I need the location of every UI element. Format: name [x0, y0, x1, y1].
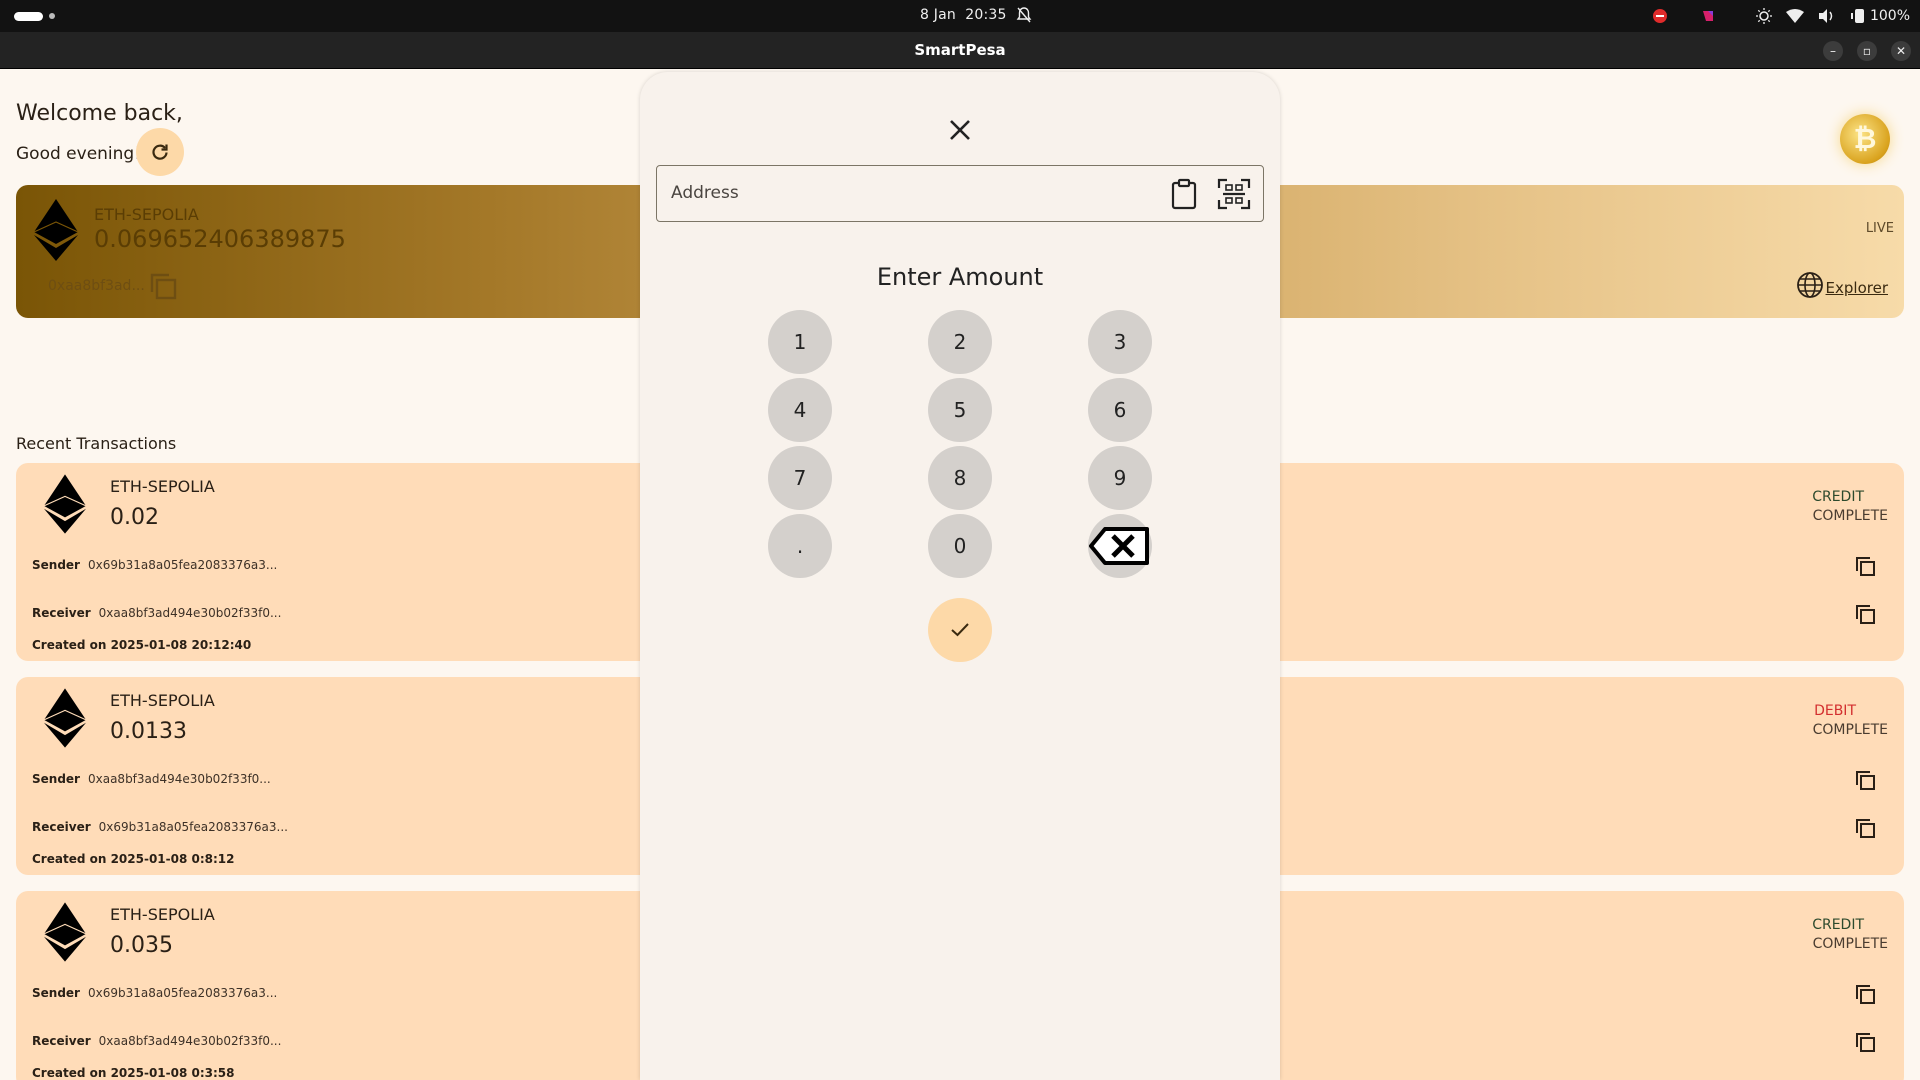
sender-row: Sender 0x69b31a8a05fea2083376a3...	[32, 558, 277, 572]
app-tray-icon[interactable]	[1700, 8, 1716, 24]
close-icon	[950, 120, 970, 140]
qr-scan-icon[interactable]	[1217, 178, 1251, 210]
receiver-label: Receiver	[32, 820, 91, 834]
system-clock[interactable]: 8 Jan 20:35	[920, 7, 1007, 23]
check-icon	[951, 623, 969, 637]
sender-label: Sender	[32, 558, 80, 572]
receiver-label: Receiver	[32, 606, 91, 620]
date-label: 8 Jan	[920, 7, 956, 23]
maximize-button[interactable]: ▫	[1857, 41, 1877, 61]
transaction-network: ETH-SEPOLIA	[110, 905, 215, 924]
key-3[interactable]: 3	[1088, 310, 1152, 374]
activities-indicator[interactable]	[14, 12, 43, 21]
time-label: 20:35	[965, 7, 1007, 23]
refresh-icon	[152, 144, 168, 160]
receiver-address: 0x69b31a8a05fea2083376a3...	[98, 820, 288, 834]
transaction-amount: 0.02	[110, 505, 159, 530]
created-date: Created on 2025-01-08 20:12:40	[32, 638, 252, 652]
recent-transactions-heading: Recent Transactions	[16, 434, 177, 453]
key-1[interactable]: 1	[768, 310, 832, 374]
explorer-link[interactable]: Explorer	[1826, 279, 1888, 297]
confirm-amount-button[interactable]	[928, 598, 992, 662]
transaction-network: ETH-SEPOLIA	[110, 691, 215, 710]
sender-label: Sender	[32, 986, 80, 1000]
wifi-icon[interactable]	[1785, 9, 1804, 23]
created-date: Created on 2025-01-08 0:8:12	[32, 852, 235, 866]
ethereum-icon	[34, 199, 78, 261]
system-tray: 100%	[1652, 6, 1910, 26]
key-9[interactable]: 9	[1088, 446, 1152, 510]
night-light-icon[interactable]	[1755, 8, 1772, 24]
window-title: SmartPesa	[914, 41, 1006, 59]
sender-row: Sender 0x69b31a8a05fea2083376a3...	[32, 986, 277, 1000]
transaction-type: CREDIT	[1812, 489, 1864, 505]
window-title-bar: SmartPesa – ▫ ✕	[0, 32, 1920, 69]
globe-icon[interactable]	[1796, 271, 1824, 299]
transaction-status: COMPLETE	[1812, 722, 1888, 738]
address-input[interactable]	[671, 166, 1141, 220]
address-field[interactable]	[656, 165, 1264, 222]
enter-amount-title: Enter Amount	[876, 263, 1044, 291]
receiver-label: Receiver	[32, 1034, 91, 1048]
transaction-status: COMPLETE	[1812, 508, 1888, 524]
battery-percentage: 100%	[1869, 8, 1910, 24]
copy-sender-icon[interactable]	[1854, 983, 1876, 1005]
transaction-type: CREDIT	[1812, 917, 1864, 933]
sender-address: 0x69b31a8a05fea2083376a3...	[87, 558, 278, 572]
sender-row: Sender 0xaa8bf3ad494e30b02f33f0...	[32, 772, 271, 786]
transaction-amount: 0.035	[110, 933, 173, 958]
transaction-amount: 0.0133	[110, 719, 187, 744]
volume-icon[interactable]	[1818, 8, 1836, 24]
transaction-status: COMPLETE	[1812, 936, 1888, 952]
copy-receiver-icon[interactable]	[1854, 603, 1876, 625]
system-top-bar: 8 Jan 20:35 100%	[0, 0, 1920, 32]
receiver-address: 0xaa8bf3ad494e30b02f33f0...	[98, 1034, 282, 1048]
receiver-row: Receiver 0xaa8bf3ad494e30b02f33f0...	[32, 1034, 281, 1048]
key-5[interactable]: 5	[928, 378, 992, 442]
created-date: Created on 2025-01-08 0:3:58	[32, 1066, 235, 1080]
copy-sender-icon[interactable]	[1854, 555, 1876, 577]
key-6[interactable]: 6	[1088, 378, 1152, 442]
key-0[interactable]: 0	[928, 514, 992, 578]
sender-address: 0xaa8bf3ad494e30b02f33f0...	[87, 772, 271, 786]
workspace-dot[interactable]	[49, 13, 55, 19]
battery-icon[interactable]	[1850, 8, 1868, 24]
ethereum-icon	[44, 902, 86, 962]
wallet-balance: 0.069652406389875	[94, 225, 346, 253]
copy-icon[interactable]	[148, 271, 178, 301]
ethereum-icon	[44, 688, 86, 748]
refresh-button[interactable]	[136, 128, 184, 176]
transaction-type: DEBIT	[1814, 703, 1856, 719]
bell-muted-icon	[1016, 7, 1032, 23]
key-4[interactable]: 4	[768, 378, 832, 442]
receiver-row: Receiver 0xaa8bf3ad494e30b02f33f0...	[32, 606, 281, 620]
welcome-heading: Welcome back,	[16, 101, 183, 126]
receiver-row: Receiver 0x69b31a8a05fea2083376a3...	[32, 820, 288, 834]
key-8[interactable]: 8	[928, 446, 992, 510]
wallet-network: ETH-SEPOLIA	[94, 205, 199, 224]
copy-sender-icon[interactable]	[1854, 769, 1876, 791]
clipboard-icon[interactable]	[1169, 178, 1199, 210]
close-sheet-button[interactable]	[940, 110, 980, 150]
window-close-button[interactable]: ✕	[1891, 41, 1911, 61]
send-amount-sheet: Enter Amount 1 2 3 4 5 6 7 8 9 . 0	[640, 72, 1280, 1080]
ethereum-icon	[44, 474, 86, 534]
sender-label: Sender	[32, 772, 80, 786]
key-decimal[interactable]: .	[768, 514, 832, 578]
transaction-network: ETH-SEPOLIA	[110, 477, 215, 496]
sender-address: 0x69b31a8a05fea2083376a3...	[87, 986, 278, 1000]
greeting-text: Good evening!	[16, 144, 142, 164]
network-status-badge: LIVE	[1865, 221, 1894, 236]
key-7[interactable]: 7	[768, 446, 832, 510]
do-not-disturb-icon[interactable]	[1652, 8, 1668, 24]
receiver-address: 0xaa8bf3ad494e30b02f33f0...	[98, 606, 282, 620]
copy-receiver-icon[interactable]	[1854, 1031, 1876, 1053]
wallet-address: 0xaa8bf3ad...	[48, 278, 145, 294]
minimize-button[interactable]: –	[1823, 41, 1843, 61]
bitcoin-coin-icon[interactable]: ₿	[1840, 114, 1890, 164]
backspace-button[interactable]	[1088, 514, 1152, 578]
backspace-icon	[1089, 527, 1149, 565]
key-2[interactable]: 2	[928, 310, 992, 374]
copy-receiver-icon[interactable]	[1854, 817, 1876, 839]
